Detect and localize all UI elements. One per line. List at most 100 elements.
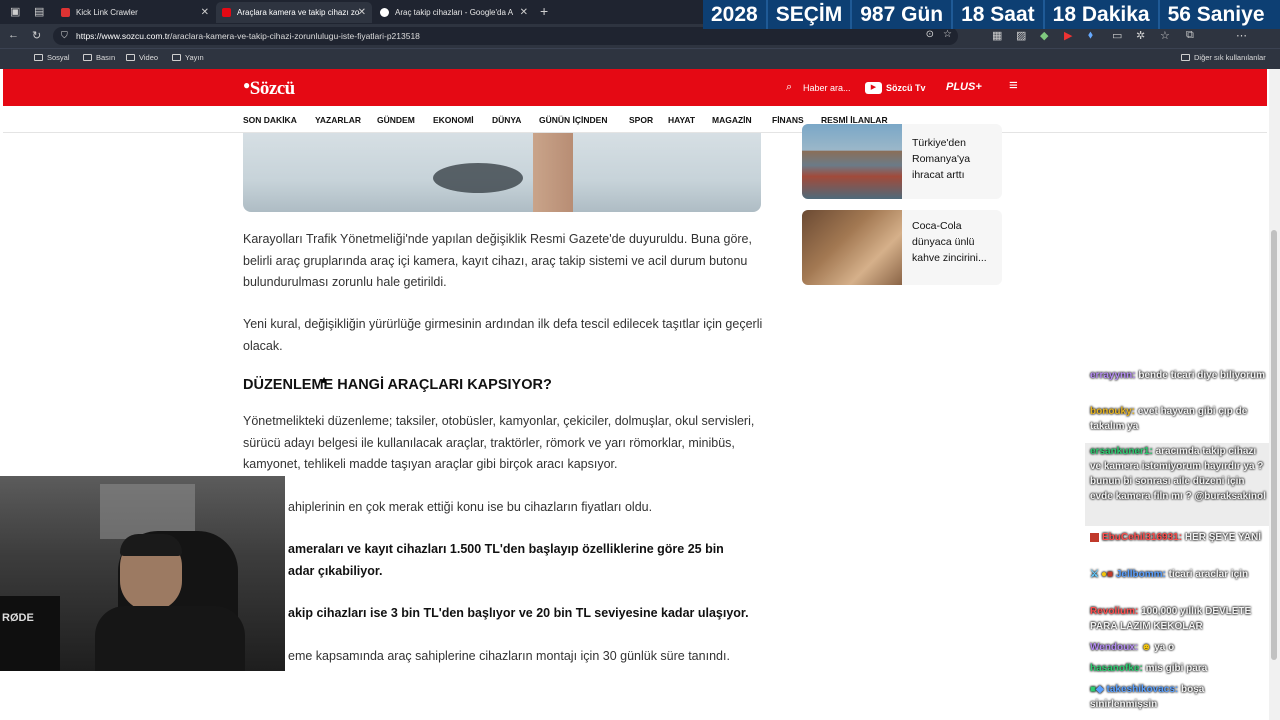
- election-countdown: 2028 SEÇİM 987 Gün 18 Saat 18 Dakika 56 …: [703, 0, 1280, 29]
- countdown-days: 987 Gün: [852, 0, 954, 29]
- chat-text: HER ŞEYE YANİ: [1184, 532, 1261, 543]
- extensions-puzzle-icon[interactable]: ✲: [1136, 29, 1145, 42]
- site-search-input[interactable]: Haber ara...: [803, 83, 851, 93]
- sunglasses-shape: [433, 163, 523, 193]
- close-tab-icon[interactable]: ✕: [520, 7, 528, 18]
- chat-user: Wendoux:: [1090, 642, 1139, 653]
- mic-brand-label: RØDE: [2, 612, 34, 624]
- news-thumbnail: [802, 210, 902, 285]
- close-tab-icon[interactable]: ✕: [201, 7, 209, 18]
- badge-icon: [1090, 533, 1099, 542]
- article-paragraph: Karayolları Trafik Yönetmeliği'nde yapıl…: [243, 232, 752, 289]
- article-hero-image: [243, 133, 761, 212]
- nav-hayat[interactable]: HAYAT: [668, 115, 695, 125]
- nav-ekonomi[interactable]: EKONOMİ: [433, 115, 474, 125]
- countdown-hours: 18 Saat: [953, 0, 1045, 29]
- countdown-seconds: 56 Saniye: [1167, 2, 1265, 26]
- folder-icon: [1181, 54, 1190, 61]
- favorite-star-icon[interactable]: ☆: [943, 29, 952, 40]
- nav-son-dakika[interactable]: SON DAKİKA: [243, 115, 297, 125]
- plus-link[interactable]: PLUS+: [946, 81, 982, 93]
- sword-badge-icon: ⚔: [1090, 569, 1099, 580]
- bookmark-folder-sosyal[interactable]: Sosyal: [34, 53, 70, 62]
- nav-gunun-icinden[interactable]: GÜNÜN İÇİNDEN: [539, 115, 607, 125]
- chat-message: ⚔ ●■ Jellbomm: ticari araclar için: [1090, 567, 1270, 582]
- article-paragraph-bold: ameraları ve kayıt cihazları 1.500 TL'de…: [288, 542, 724, 556]
- mouse-cursor-icon: ▴: [321, 372, 328, 386]
- url-path: /araclara-kamera-ve-takip-cihazi-zorunlu…: [170, 31, 420, 41]
- google-favicon-icon: [380, 8, 389, 17]
- site-logo[interactable]: ●Sözcü: [243, 78, 295, 100]
- refresh-icon[interactable]: ↻: [32, 29, 41, 42]
- close-tab-icon[interactable]: ✕: [358, 7, 366, 18]
- new-tab-button[interactable]: +: [540, 3, 548, 19]
- site-header: [3, 69, 1267, 106]
- tab-title: Araç takip cihazları - Google'da A: [395, 8, 514, 17]
- chat-text: ya o: [1154, 642, 1175, 653]
- other-bookmarks-folder[interactable]: Diğer sık kullanılanlar: [1181, 53, 1266, 62]
- search-icon[interactable]: ⌕: [786, 81, 792, 94]
- article-paragraph: eme kapsamında araç sahiplerine cihazlar…: [288, 649, 730, 663]
- chat-text: ticari araclar için: [1168, 569, 1249, 580]
- news-title: Coca-Cola dünyaca ünlü kahve zincirini..…: [912, 220, 987, 264]
- folder-icon: [126, 54, 135, 61]
- page-scrollbar-thumb[interactable]: [1271, 230, 1277, 660]
- chat-message: errayynn: bende ticari diye biliyorum: [1090, 368, 1270, 383]
- chat-user: hasanofke:: [1090, 663, 1143, 674]
- bookmark-folder-basin[interactable]: Basın: [83, 53, 115, 62]
- chat-message: ersankuner1: aracımda takip cihazı ve ka…: [1090, 444, 1270, 504]
- news-title: Türkiye'den Romanya'ya ihracat arttı: [912, 137, 971, 181]
- more-menu-icon[interactable]: ⋯: [1236, 29, 1247, 42]
- article-paragraph: Yönetmelikteki düzenleme; taksiler, otob…: [243, 414, 755, 471]
- extension-icon[interactable]: ▨: [1016, 29, 1026, 42]
- extension-icon[interactable]: ⬧: [1088, 29, 1093, 42]
- emote-icon: ☻: [1140, 642, 1152, 653]
- collections-icon[interactable]: ⧉: [1186, 29, 1194, 42]
- back-arrow-icon[interactable]: ←: [8, 29, 19, 41]
- nav-magazin[interactable]: MAGAZİN: [712, 115, 752, 125]
- nav-spor[interactable]: SPOR: [629, 115, 653, 125]
- article-paragraph-bold: akip cihazları ise 3 bin TL'den başlıyor…: [288, 606, 749, 620]
- extension-icon[interactable]: ▦: [992, 29, 1002, 42]
- tab-actions-icon[interactable]: ▣: [10, 5, 20, 18]
- site-info-icon[interactable]: ⛉: [61, 30, 68, 41]
- extension-icon[interactable]: ◆: [1040, 29, 1048, 42]
- favorites-icon[interactable]: ☆: [1160, 29, 1170, 42]
- address-bar[interactable]: ⛉ https://www.sozcu.com.tr/araclara-kame…: [53, 27, 958, 45]
- tab-kick-link-crawler[interactable]: Kick Link Crawler ✕: [55, 2, 215, 23]
- nav-yazarlar[interactable]: YAZARLAR: [315, 115, 361, 125]
- chat-message: bonouky: evet hayvan gibi çıp de takalım…: [1090, 404, 1270, 434]
- tab-sozcu-article[interactable]: Araçlara kamera ve takip cihazı zo ✕: [216, 2, 372, 23]
- chat-message: Wendoux: ☻ ya o: [1090, 640, 1270, 655]
- nav-dunya[interactable]: DÜNYA: [492, 115, 521, 125]
- countdown-minutes: 18 Dakika: [1045, 0, 1160, 29]
- folder-icon: [34, 54, 43, 61]
- chat-user: Revolium:: [1090, 606, 1139, 617]
- sozcu-tv-link[interactable]: Sözcü Tv: [886, 83, 926, 93]
- nav-finans[interactable]: FİNANS: [772, 115, 804, 125]
- tab-title: Araçlara kamera ve takip cihazı zo: [237, 8, 360, 17]
- streamer-webcam: RØDE: [0, 476, 285, 671]
- vertical-tabs-icon[interactable]: ▤: [34, 5, 44, 18]
- chat-user: Jellbomm:: [1115, 569, 1166, 580]
- folder-icon: [172, 54, 181, 61]
- bookmark-folder-yayin[interactable]: Yayın: [172, 53, 204, 62]
- youtube-extension-icon[interactable]: ▶: [1064, 29, 1072, 42]
- countdown-label: SEÇİM: [768, 0, 853, 29]
- chat-user: EbuCehil316931:: [1102, 532, 1183, 543]
- reader-icon[interactable]: ⊙: [926, 29, 934, 40]
- hamburger-menu-icon[interactable]: ≡: [1009, 77, 1018, 94]
- tab-google-search[interactable]: Araç takip cihazları - Google'da A ✕: [374, 2, 534, 23]
- article-subheading: DÜZENLEME HANGİ ARAÇLARI KAPSIYOR?: [243, 377, 552, 393]
- folder-icon: [83, 54, 92, 61]
- article-paragraph: ahiplerinin en çok merak ettiği konu ise…: [288, 500, 653, 514]
- nav-gundem[interactable]: GÜNDEM: [377, 115, 415, 125]
- split-screen-icon[interactable]: ▭: [1112, 29, 1122, 42]
- sidebar-news-card[interactable]: Türkiye'den Romanya'ya ihracat arttı: [802, 124, 1002, 199]
- logo-mark-icon: ●: [243, 78, 250, 92]
- favicon-icon: [222, 8, 231, 17]
- chat-message: hasanofke: mis gibi para: [1090, 661, 1270, 676]
- bookmark-folder-video[interactable]: Video: [126, 53, 158, 62]
- chat-user: ersankuner1:: [1090, 446, 1153, 457]
- sidebar-news-card[interactable]: Coca-Cola dünyaca ünlü kahve zincirini..…: [802, 210, 1002, 285]
